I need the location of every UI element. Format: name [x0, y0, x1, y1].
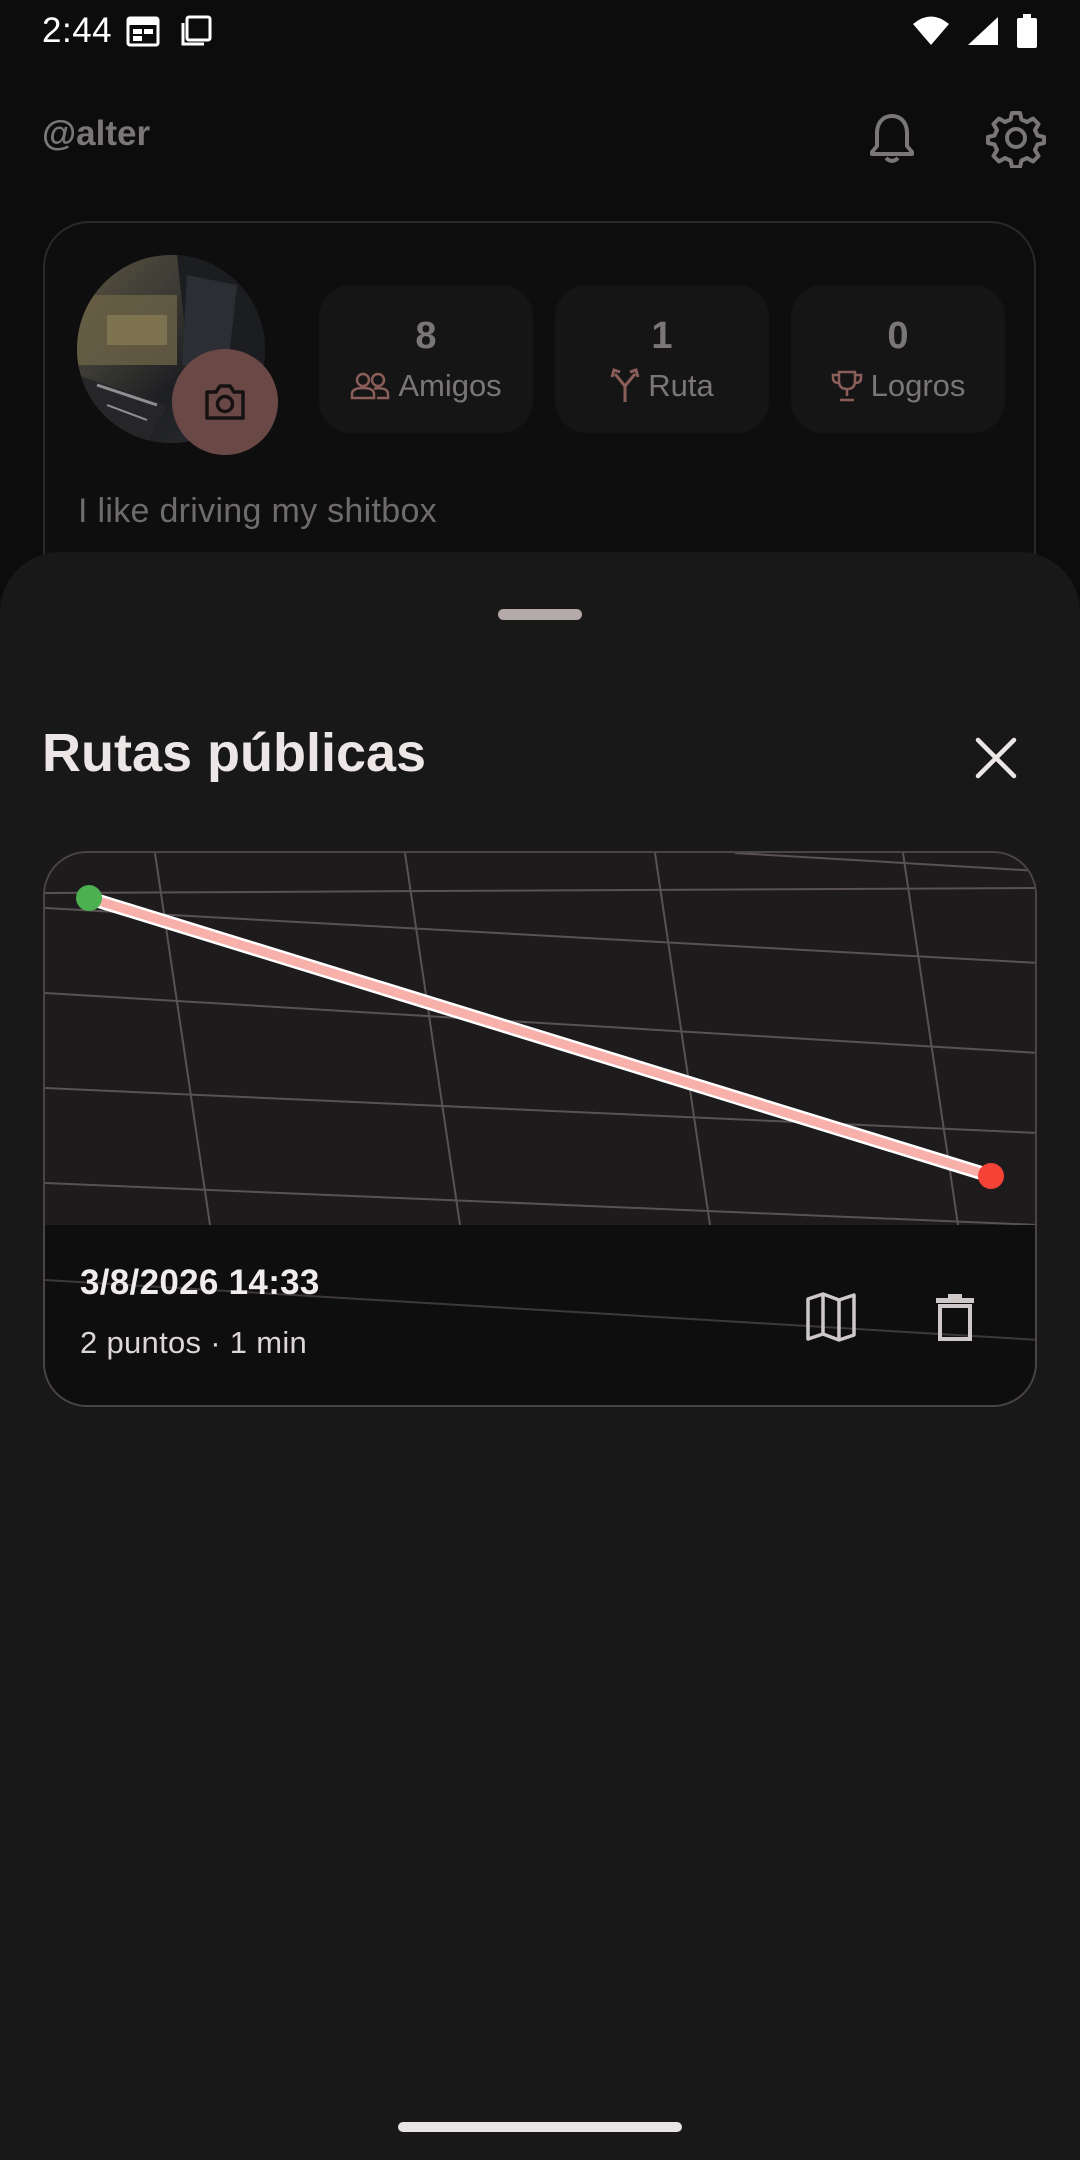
view-map-button[interactable]: [795, 1281, 867, 1353]
profile-screen: @alter 8 Amigos 1 Ruta 0 Logros I like d…: [0, 0, 1080, 641]
route-start-marker: [76, 885, 102, 911]
stat-friends[interactable]: 8 Amigos: [319, 285, 533, 433]
bell-icon[interactable]: [862, 108, 922, 168]
username: @alter: [42, 114, 151, 153]
screen: 2:44 @alter 8 Amigos 1 Ruta 0 Logros I l…: [0, 0, 1080, 2160]
drag-handle[interactable]: [498, 609, 582, 620]
stat-routes[interactable]: 1 Ruta: [555, 285, 769, 433]
route-end-marker: [978, 1163, 1004, 1189]
stat-value: 8: [415, 314, 437, 357]
trophy-icon: [831, 370, 862, 401]
close-button[interactable]: [965, 727, 1027, 789]
stat-value: 0: [887, 314, 909, 357]
route-meta: 2 puntos · 1 min: [80, 1325, 308, 1360]
delete-route-button[interactable]: [919, 1281, 991, 1353]
map-grid-continued: [45, 1279, 1035, 1341]
gear-icon[interactable]: [986, 108, 1046, 168]
people-icon: [351, 372, 390, 399]
stat-value: 1: [651, 314, 673, 357]
route-footer: 3/8/2026 14:33 2 puntos · 1 min: [45, 1225, 1035, 1405]
route-fork-icon: [610, 367, 640, 402]
change-photo-button[interactable]: [172, 349, 278, 455]
profile-bio: I like driving my shitbox: [78, 492, 437, 530]
public-routes-sheet: Rutas públicas 3/8/2026 14:33 2 puntos ·…: [0, 552, 1080, 2160]
close-icon: [975, 737, 1017, 779]
trash-icon: [936, 1294, 974, 1341]
stat-achievements[interactable]: 0 Logros: [791, 285, 1005, 433]
sheet-title: Rutas públicas: [42, 723, 427, 783]
camera-icon: [205, 384, 245, 420]
stat-label: Logros: [870, 367, 966, 403]
map-icon: [806, 1292, 856, 1342]
route-map-preview[interactable]: [45, 853, 1037, 1225]
stat-label: Amigos: [398, 367, 502, 403]
route-date: 3/8/2026 14:33: [80, 1263, 320, 1302]
stat-label: Ruta: [648, 367, 714, 403]
route-card[interactable]: 3/8/2026 14:33 2 puntos · 1 min: [43, 851, 1037, 1407]
home-indicator[interactable]: [398, 2122, 682, 2132]
